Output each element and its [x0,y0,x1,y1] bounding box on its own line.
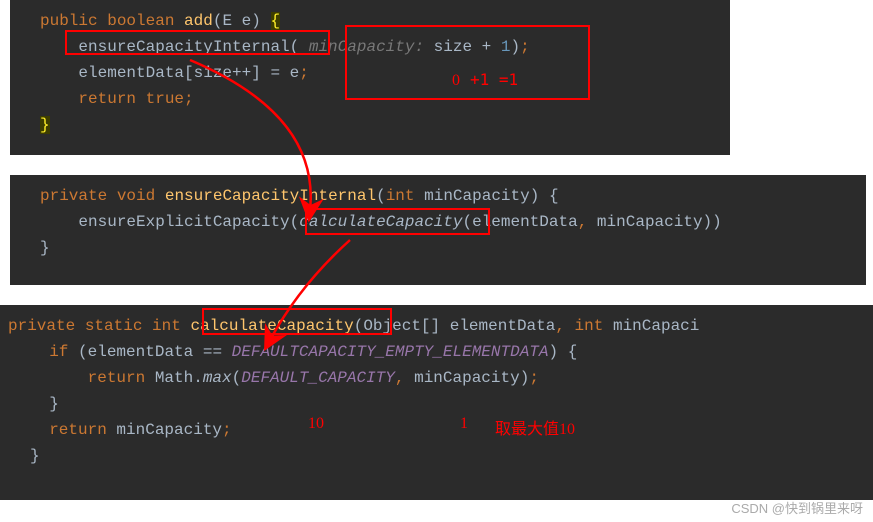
code-line: } [10,235,866,261]
code-line: ensureCapacityInternal( minCapacity: siz… [10,34,730,60]
code-line: private void ensureCapacityInternal(int … [10,183,866,209]
code-line: ensureExplicitCapacity(calculateCapacity… [10,209,866,235]
code-block-add: public boolean add(E e) { ensureCapacity… [10,0,730,155]
code-block-calculateCapacity: private static int calculateCapacity(Obj… [0,305,873,500]
code-line: } [10,112,730,138]
code-line: return minCapacity; [0,417,873,443]
code-line: elementData[size++] = e; [10,60,730,86]
code-line: if (elementData == DEFAULTCAPACITY_EMPTY… [0,339,873,365]
code-line: public boolean add(E e) { [10,8,730,34]
code-line: } [0,443,873,469]
code-line: return Math.max(DEFAULT_CAPACITY, minCap… [0,365,873,391]
code-line: return true; [10,86,730,112]
code-block-ensureCapacityInternal: private void ensureCapacityInternal(int … [10,175,866,285]
code-line: private static int calculateCapacity(Obj… [0,313,873,339]
watermark: CSDN @快到锅里来呀 [731,498,863,517]
code-line: } [0,391,873,417]
